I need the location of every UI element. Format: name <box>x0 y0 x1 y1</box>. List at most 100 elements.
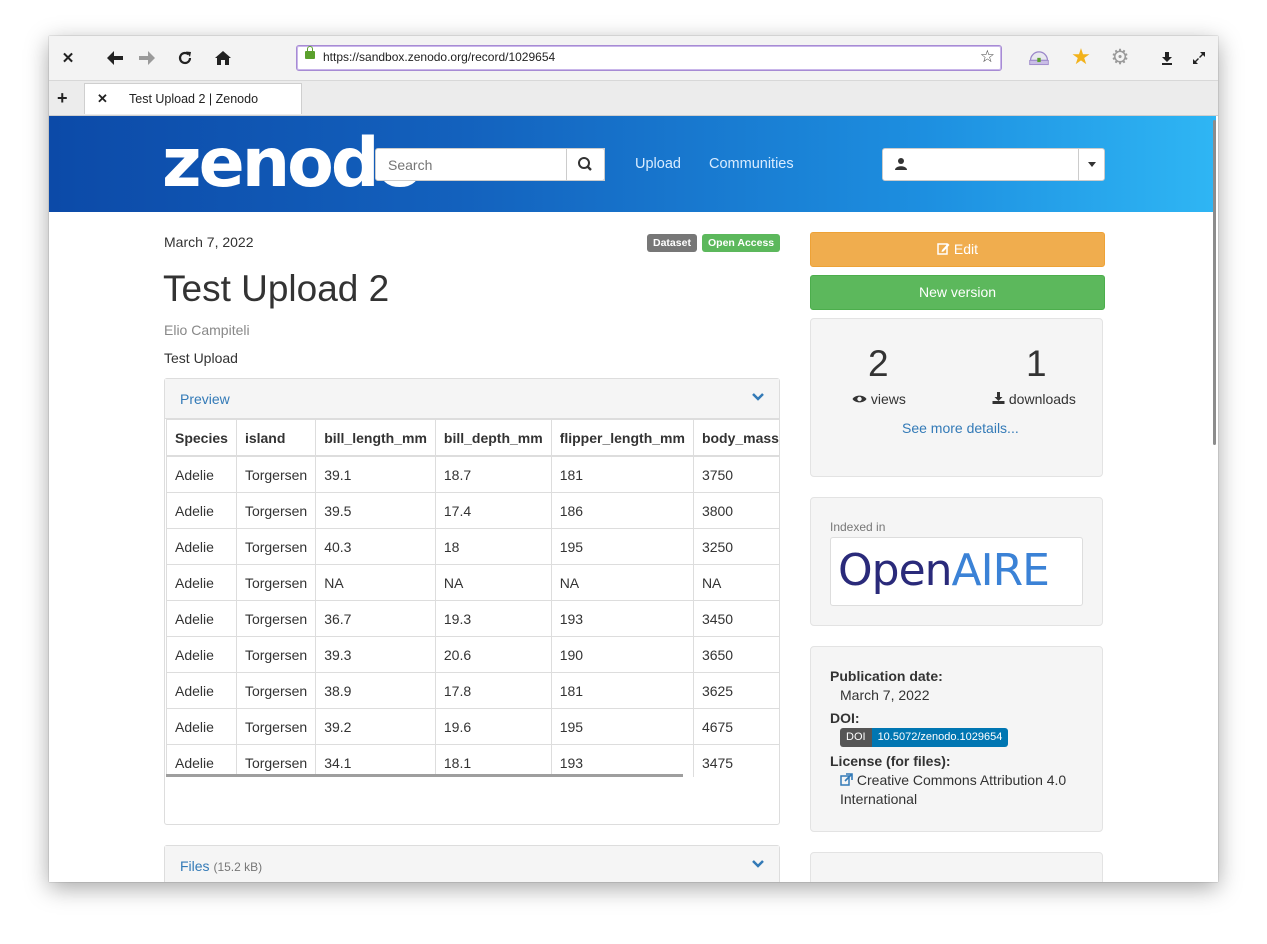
nav-communities[interactable]: Communities <box>709 156 794 172</box>
table-cell: 181 <box>550 672 694 709</box>
table-cell: 190 <box>550 636 694 673</box>
chevron-down-icon[interactable] <box>751 857 765 871</box>
table-cell: 17.8 <box>434 672 552 709</box>
table-cell: 19.3 <box>434 600 552 637</box>
table-cell: Adelie <box>166 708 237 745</box>
url-text[interactable]: https://sandbox.zenodo.org/record/102965… <box>323 50 555 64</box>
settings-gear-icon[interactable]: ⚙ <box>1109 46 1131 69</box>
fullscreen-icon[interactable] <box>1188 47 1210 69</box>
home-icon[interactable] <box>212 47 234 69</box>
record-author[interactable]: Elio Campiteli <box>164 322 250 338</box>
table-cell: 3475 <box>692 744 779 777</box>
table-cell: Torgersen <box>235 528 317 565</box>
table-cell: Adelie <box>166 600 237 637</box>
table-horizontal-scrollbar[interactable] <box>166 774 683 777</box>
browser-tab[interactable]: ✕ Test Upload 2 | Zenodo <box>84 83 302 114</box>
nav-upload[interactable]: Upload <box>635 156 681 172</box>
table-cell: 3450 <box>692 600 779 637</box>
external-link-icon <box>840 773 853 786</box>
downloads-count: 1 <box>1026 343 1047 384</box>
table-cell: 38.9 <box>315 672 436 709</box>
doi-badge-value: 10.5072/zenodo.1029654 <box>871 728 1009 747</box>
table-cell: 19.6 <box>434 708 552 745</box>
openaire-logo-open: Open <box>838 545 953 596</box>
preview-table: Species island bill_length_mm bill_depth_mm… <box>166 419 779 777</box>
table-cell: 186 <box>550 492 694 529</box>
pub-date-value: March 7, 2022 <box>840 687 930 703</box>
column-header: Species <box>166 419 237 457</box>
table-cell: Adelie <box>166 636 237 673</box>
edit-icon <box>937 243 950 255</box>
table-cell: 195 <box>550 528 694 565</box>
doi-badge[interactable]: DOI 10.5072/zenodo.1029654 <box>840 728 1009 747</box>
new-version-label: New version <box>918 284 997 300</box>
user-icon <box>895 158 907 170</box>
search-button[interactable] <box>566 148 605 181</box>
user-dropdown-toggle[interactable] <box>1078 148 1105 181</box>
files-label-wrap[interactable]: Files (15.2 kB) <box>180 858 262 874</box>
reload-icon[interactable] <box>174 47 196 69</box>
page-scrollbar[interactable] <box>1213 120 1216 445</box>
table-row: Adelie Torgersen 34.1 18.1 193 3475 <box>166 744 779 777</box>
see-more-details-link[interactable]: See more details... <box>902 420 1019 436</box>
table-cell: 3650 <box>692 636 779 673</box>
tab-strip: + ✕ Test Upload 2 | Zenodo <box>49 81 1218 116</box>
favorites-star-icon[interactable]: ★ <box>1070 44 1092 69</box>
extension-icon[interactable] <box>1028 46 1050 68</box>
downloads-stat: downloads <box>992 391 1076 407</box>
close-tab-icon[interactable]: ✕ <box>97 91 108 107</box>
edit-button[interactable]: Edit <box>810 232 1105 267</box>
search-icon <box>578 157 592 171</box>
table-cell: 193 <box>550 600 694 637</box>
doi-label: DOI: <box>830 710 860 726</box>
table-cell: Torgersen <box>235 708 317 745</box>
browser-toolbar: ✕ https://sandbox.zenodo.org/record/1029… <box>49 36 1218 81</box>
table-cell: Adelie <box>166 672 237 709</box>
new-version-button[interactable]: New version <box>810 275 1105 310</box>
web-page: zenodo Upload Communities March 7, 2022 … <box>49 116 1218 882</box>
license-link[interactable]: Creative Commons Attribution 4.0 <box>840 772 1066 788</box>
table-cell: Torgersen <box>235 564 317 601</box>
preview-panel: Preview Species island bill_length_mm bill_… <box>164 378 780 825</box>
license-link-line1[interactable]: Creative Commons Attribution 4.0 <box>857 772 1066 788</box>
views-count: 2 <box>868 343 889 384</box>
download-icon <box>992 392 1005 404</box>
caret-down-icon <box>1087 162 1096 167</box>
table-cell: Torgersen <box>235 672 317 709</box>
table-header-row: Species island bill_length_mm bill_depth_mm… <box>166 419 779 457</box>
column-header: bill_depth_mm <box>434 419 552 457</box>
close-window-icon[interactable]: ✕ <box>57 47 79 69</box>
search-input[interactable] <box>386 156 590 174</box>
table-cell: 195 <box>550 708 694 745</box>
doi-badge-tag: DOI <box>840 728 872 747</box>
openaire-logo-aire: AIRE <box>951 545 1050 596</box>
indexed-in-label: Indexed in <box>830 520 886 534</box>
table-cell: 34.1 <box>315 744 436 777</box>
table-cell: Adelie <box>166 744 237 777</box>
files-label[interactable]: Files <box>180 858 210 874</box>
preview-table-viewport[interactable]: Species island bill_length_mm bill_depth_mm… <box>165 379 779 777</box>
download-icon[interactable] <box>1156 47 1178 69</box>
table-row: Adelie Torgersen NA NA NA NA <box>166 564 779 601</box>
bookmark-star-icon[interactable]: ☆ <box>980 47 995 67</box>
files-panel: Files (15.2 kB) <box>164 845 780 882</box>
user-menu-button[interactable] <box>882 148 1080 181</box>
badge-dataset: Dataset <box>647 234 697 252</box>
pub-date-label: Publication date: <box>830 668 943 684</box>
table-cell: Adelie <box>166 528 237 565</box>
table-cell: 3250 <box>692 528 779 565</box>
table-row: Adelie Torgersen 39.2 19.6 195 4675 <box>166 708 779 745</box>
back-icon[interactable] <box>104 47 126 69</box>
eye-icon <box>852 395 867 403</box>
table-cell: Torgersen <box>235 636 317 673</box>
openaire-logo[interactable]: OpenAIRE <box>830 537 1083 606</box>
license-link-line2[interactable]: International <box>840 791 917 807</box>
record-title: Test Upload 2 <box>163 268 390 309</box>
address-bar[interactable]: https://sandbox.zenodo.org/record/102965… <box>296 45 1002 71</box>
files-panel-header[interactable]: Files (15.2 kB) <box>165 846 779 882</box>
column-header: island <box>235 419 317 457</box>
forward-icon[interactable] <box>136 47 158 69</box>
table-cell: 36.7 <box>315 600 436 637</box>
table-row: Adelie Torgersen 39.3 20.6 190 3650 <box>166 636 779 673</box>
new-tab-icon[interactable]: + <box>57 88 68 109</box>
